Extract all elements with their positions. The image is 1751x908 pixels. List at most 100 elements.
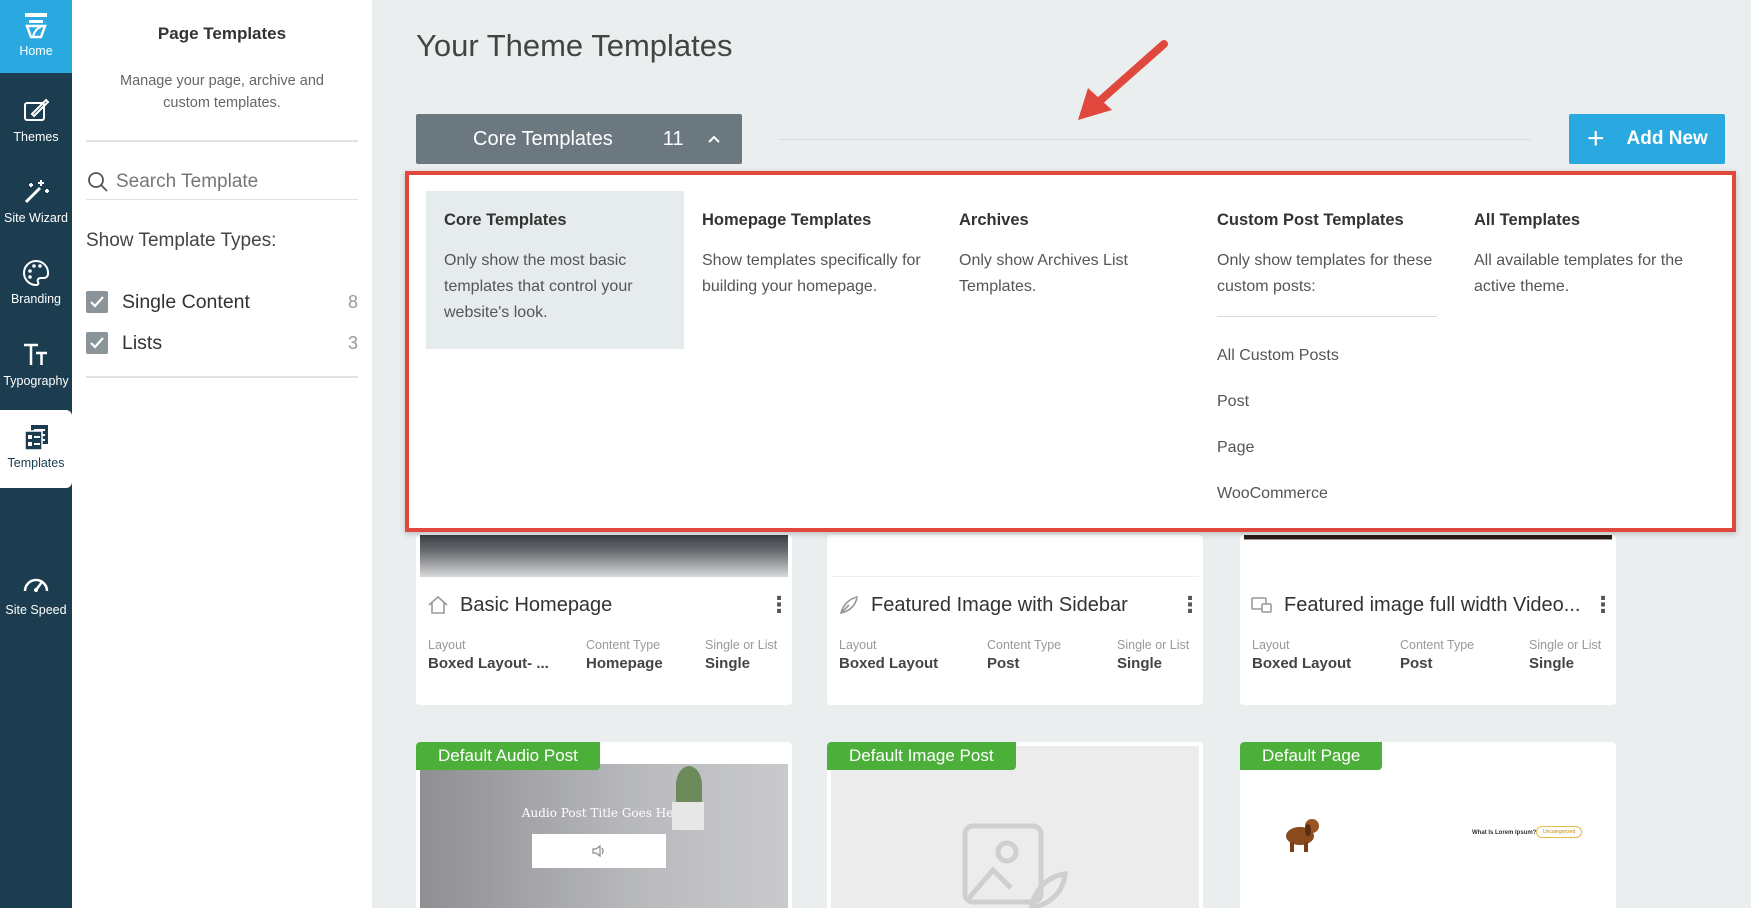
meta-value: Homepage bbox=[586, 655, 663, 672]
annotation-arrow bbox=[1078, 40, 1168, 120]
nav-item-templates[interactable]: Templates bbox=[0, 410, 72, 488]
template-thumbnail bbox=[420, 535, 788, 577]
template-preview bbox=[831, 746, 1199, 908]
nav-label: Home bbox=[19, 44, 53, 58]
search-icon bbox=[88, 171, 108, 192]
type-count: 8 bbox=[347, 291, 358, 312]
option-description: Show templates specifically for building… bbox=[702, 252, 921, 295]
template-thumbnail bbox=[1244, 535, 1612, 577]
header-divider bbox=[779, 139, 1531, 140]
meta-label: Single or List bbox=[1529, 638, 1602, 652]
dropdown-option-core-templates[interactable]: Core Templates Only show the most basic … bbox=[426, 191, 684, 349]
preview-heading: What Is Lorem Ipsum? bbox=[1472, 830, 1537, 836]
nav-item-themes[interactable]: Themes bbox=[0, 84, 72, 160]
option-description: Only show Archives List Templates. bbox=[959, 252, 1128, 295]
meta-value: Single bbox=[1529, 655, 1575, 672]
meta-value: Boxed Layout bbox=[1252, 655, 1352, 672]
custom-post-link-woocommerce[interactable]: WooCommerce bbox=[1217, 471, 1457, 517]
template-card[interactable]: Featured Image with Sidebar ⋮ Layout Boxe… bbox=[827, 535, 1203, 705]
feather-icon bbox=[839, 595, 858, 615]
custom-post-link-all[interactable]: All Custom Posts bbox=[1217, 333, 1457, 379]
meta-label: Content Type bbox=[987, 638, 1062, 652]
panel-divider bbox=[86, 376, 358, 378]
nav-label: Site Speed bbox=[5, 603, 67, 617]
meta-label: Content Type bbox=[586, 638, 661, 652]
template-thumbnail bbox=[831, 535, 1199, 577]
nav-label: Templates bbox=[7, 456, 65, 470]
checkbox-single-content[interactable] bbox=[86, 291, 108, 313]
nav-label: Site Wizard bbox=[4, 211, 68, 225]
typography-icon bbox=[24, 343, 47, 365]
panel-divider bbox=[86, 140, 358, 142]
option-description: All available templates for the active t… bbox=[1474, 252, 1683, 295]
template-title: Featured image full width Video... bbox=[1284, 593, 1581, 616]
meta-value: Single bbox=[1117, 655, 1163, 672]
plus-icon: + bbox=[1587, 122, 1605, 155]
video-icon bbox=[1251, 597, 1272, 613]
meta-label: Layout bbox=[428, 638, 466, 652]
meta-value: Boxed Layout bbox=[839, 655, 939, 672]
nav-label: Branding bbox=[10, 292, 62, 306]
magic-wand-icon bbox=[24, 180, 49, 204]
search-box bbox=[86, 164, 358, 200]
dropdown-option-homepage-templates[interactable]: Homepage Templates Show templates specif… bbox=[684, 191, 942, 300]
dropdown-option-all-templates[interactable]: All Templates All available templates fo… bbox=[1456, 191, 1714, 300]
option-description: Only show templates for these custom pos… bbox=[1217, 252, 1433, 295]
meta-value: Boxed Layout- ... bbox=[428, 655, 549, 672]
preview-tag: Uncategorized bbox=[1536, 826, 1583, 838]
core-templates-dropdown-button[interactable]: Core Templates 11 bbox=[416, 114, 742, 164]
nav-label: Themes bbox=[13, 130, 59, 144]
dropdown-option-archives[interactable]: Archives Only show Archives List Templat… bbox=[941, 191, 1199, 300]
template-card[interactable]: Default Audio Post Audio Post Title Goes… bbox=[416, 742, 792, 908]
template-card[interactable]: Featured image full width Video... ⋮ Lay… bbox=[1240, 535, 1616, 705]
type-count: 3 bbox=[347, 332, 358, 353]
dropdown-option-custom-post-templates[interactable]: Custom Post Templates Only show template… bbox=[1199, 191, 1457, 517]
add-new-button[interactable]: + Add New bbox=[1569, 114, 1725, 164]
type-label: Single Content bbox=[122, 290, 250, 313]
type-filter-lists[interactable]: Lists 3 bbox=[86, 328, 358, 358]
template-badge: Default Page bbox=[1240, 742, 1383, 770]
more-options-icon[interactable]: ⋮ bbox=[1179, 594, 1201, 616]
template-preview: Audio Post Title Goes Here bbox=[420, 746, 788, 908]
option-title: All Templates bbox=[1474, 211, 1581, 229]
option-description: Only show the most basic templates that … bbox=[444, 252, 633, 321]
nav-item-home[interactable]: Home bbox=[0, 0, 72, 73]
check-icon bbox=[90, 296, 104, 308]
search-input[interactable] bbox=[116, 170, 346, 193]
template-badge: Default Audio Post bbox=[416, 742, 600, 770]
nav-label: Typography bbox=[3, 374, 69, 388]
more-options-icon[interactable]: ⋮ bbox=[1592, 594, 1614, 616]
custom-post-link-page[interactable]: Page bbox=[1217, 425, 1457, 471]
checkbox-lists[interactable] bbox=[86, 332, 108, 354]
option-title: Core Templates bbox=[444, 211, 567, 229]
templates-panel: Page Templates Manage your page, archive… bbox=[72, 0, 372, 908]
template-preview: What Is Lorem Ipsum? Uncategorized bbox=[1244, 746, 1612, 908]
template-card[interactable]: Default Page What Is Lorem Ipsum? Uncate… bbox=[1240, 742, 1616, 908]
custom-post-link-post[interactable]: Post bbox=[1217, 379, 1457, 425]
option-title: Homepage Templates bbox=[702, 211, 872, 229]
nav-item-branding[interactable]: Branding bbox=[0, 246, 72, 322]
themes-icon bbox=[24, 98, 50, 121]
speaker-icon bbox=[592, 844, 604, 858]
nav-item-site-speed[interactable]: Site Speed bbox=[0, 557, 72, 633]
template-card[interactable]: Default Image Post bbox=[827, 742, 1203, 908]
option-divider bbox=[1217, 316, 1437, 317]
meta-label: Content Type bbox=[1400, 638, 1475, 652]
check-icon bbox=[90, 337, 104, 349]
type-filter-single-content[interactable]: Single Content 8 bbox=[86, 287, 358, 317]
template-badge: Default Image Post bbox=[827, 742, 1016, 770]
chevron-up-icon bbox=[708, 135, 721, 143]
more-options-icon[interactable]: ⋮ bbox=[768, 594, 790, 616]
meta-value: Single bbox=[705, 655, 751, 672]
template-title: Basic Homepage bbox=[460, 593, 613, 616]
nav-item-site-wizard[interactable]: Site Wizard bbox=[0, 165, 72, 241]
template-card[interactable]: Basic Homepage ⋮ Layout Boxed Layout- ...… bbox=[416, 535, 792, 705]
dropdown-label: Core Templates bbox=[473, 127, 613, 150]
page-title: Your Theme Templates bbox=[416, 28, 733, 63]
meta-value: Post bbox=[1400, 655, 1433, 672]
add-new-label: Add New bbox=[1626, 128, 1708, 149]
template-count: 11 bbox=[662, 127, 684, 150]
nav-item-typography[interactable]: Typography bbox=[0, 328, 72, 404]
meta-label: Layout bbox=[839, 638, 877, 652]
home-outline-icon bbox=[428, 595, 448, 614]
